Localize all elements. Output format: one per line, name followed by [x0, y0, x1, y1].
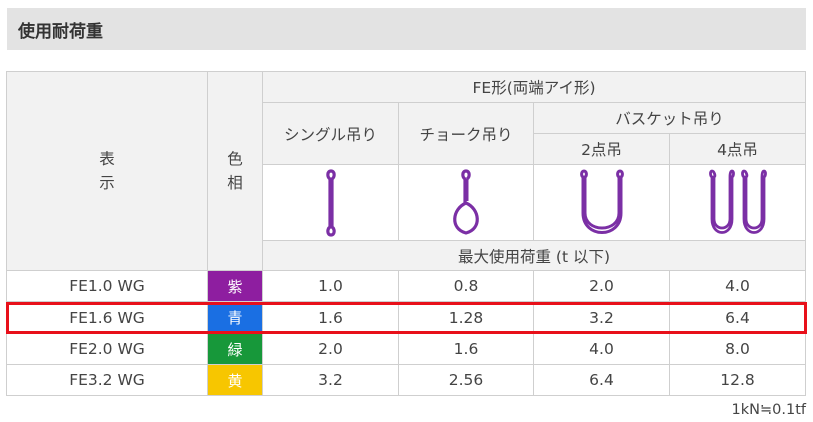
- value-basket-2point: 2.0: [534, 271, 670, 302]
- value-single: 1.6: [263, 302, 399, 334]
- footnote: 1kN≒0.1tf: [731, 402, 806, 418]
- color-badge: 紫: [208, 271, 263, 302]
- header-fe-group: FE形(両端アイ形): [263, 72, 806, 103]
- value-basket-2point: 3.2: [534, 302, 670, 334]
- value-choke: 2.56: [399, 365, 534, 396]
- row-name: FE1.6 WG: [7, 302, 208, 334]
- load-table: 表 示 色 相 FE形(両端アイ形) シングル吊り チョーク吊り バスケット吊り…: [6, 71, 806, 396]
- header-color: 色 相: [208, 72, 263, 271]
- value-choke: 0.8: [399, 271, 534, 302]
- value-basket-2point: 4.0: [534, 334, 670, 365]
- value-basket-4point: 8.0: [670, 334, 806, 365]
- sling-basket-4point-icon: [708, 169, 767, 234]
- sling-basket-2point-icon: [579, 168, 624, 234]
- header-color-line1: 色: [227, 150, 243, 168]
- header-basket: バスケット吊り: [534, 103, 806, 134]
- header-max-load: 最大使用荷重 (t 以下): [263, 241, 806, 271]
- color-badge: 黄: [208, 365, 263, 396]
- value-single: 2.0: [263, 334, 399, 365]
- row-name: FE3.2 WG: [7, 365, 208, 396]
- value-single: 3.2: [263, 365, 399, 396]
- icon-cell-single: [263, 165, 399, 241]
- color-badge: 緑: [208, 334, 263, 365]
- header-basket-2point: 2点吊: [534, 134, 670, 165]
- header-display-line1: 表: [99, 150, 115, 168]
- value-basket-4point: 6.4: [670, 302, 806, 334]
- icon-cell-basket-2point: [534, 165, 670, 241]
- value-basket-4point: 4.0: [670, 271, 806, 302]
- section-title: 使用耐荷重: [7, 8, 806, 50]
- value-choke: 1.28: [399, 302, 534, 334]
- value-single: 1.0: [263, 271, 399, 302]
- header-color-line2: 相: [227, 174, 243, 192]
- header-choke: チョーク吊り: [399, 103, 534, 165]
- header-display: 表 示: [7, 72, 208, 271]
- row-name: FE1.0 WG: [7, 271, 208, 302]
- value-basket-4point: 12.8: [670, 365, 806, 396]
- header-single: シングル吊り: [263, 103, 399, 165]
- icon-cell-basket-4point: [670, 165, 806, 241]
- header-display-line2: 示: [99, 174, 115, 192]
- color-badge: 青: [208, 302, 263, 334]
- icon-cell-choke: [399, 165, 534, 241]
- value-choke: 1.6: [399, 334, 534, 365]
- sling-choke-icon: [453, 168, 479, 235]
- header-basket-4point: 4点吊: [670, 134, 806, 165]
- row-name: FE2.0 WG: [7, 334, 208, 365]
- value-basket-2point: 6.4: [534, 365, 670, 396]
- sling-single-icon: [325, 168, 336, 237]
